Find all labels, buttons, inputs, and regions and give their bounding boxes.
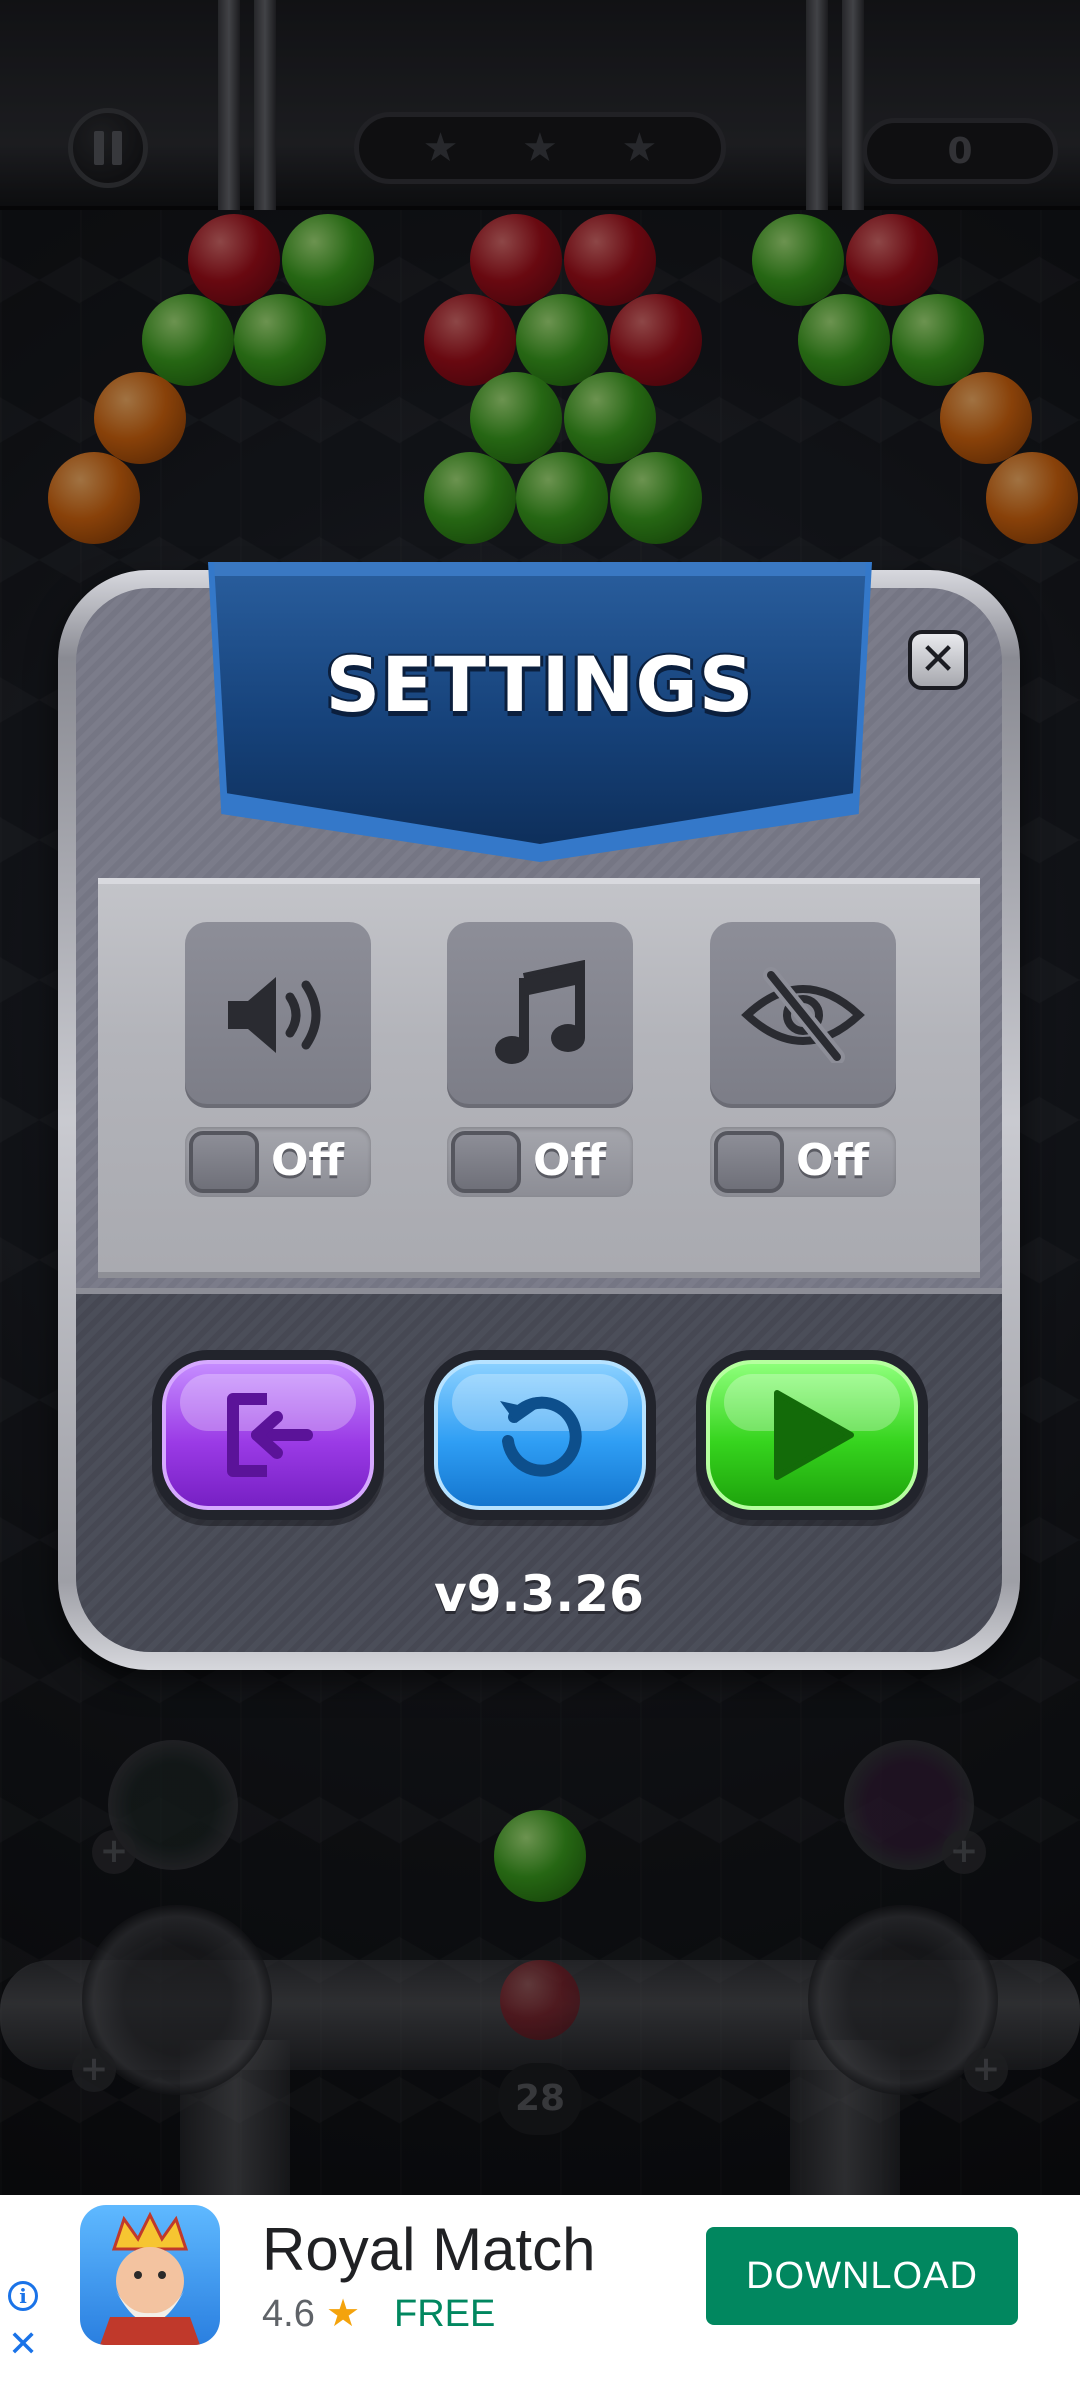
restart-button-face <box>434 1360 646 1510</box>
music-note-icon <box>495 960 585 1064</box>
ad-price: FREE <box>394 2293 496 2335</box>
toggle-knob <box>714 1131 784 1193</box>
ad-app-icon[interactable] <box>80 2205 220 2345</box>
eye-slash-icon <box>741 967 865 1063</box>
speaker-icon <box>228 977 321 1053</box>
play-button[interactable] <box>696 1350 928 1520</box>
ad-app-name[interactable]: Royal Match <box>262 2215 595 2284</box>
king-avatar-icon <box>100 2211 200 2345</box>
ad-banner[interactable]: Royal Match 4.6 ★ FREE DOWNLOAD i ✕ <box>0 2195 1080 2400</box>
visibility-setting-card[interactable] <box>710 922 896 1108</box>
sound-setting-card[interactable] <box>185 922 371 1108</box>
exit-button[interactable] <box>152 1350 384 1520</box>
exit-button-face <box>162 1360 374 1510</box>
music-toggle[interactable]: Off <box>447 1127 633 1197</box>
close-button[interactable]: ✕ <box>908 630 968 690</box>
star-icon: ★ <box>326 2291 361 2335</box>
visibility-toggle-label: Off <box>796 1135 870 1186</box>
sound-toggle[interactable]: Off <box>185 1127 371 1197</box>
toggle-knob <box>451 1131 521 1193</box>
visibility-toggle[interactable]: Off <box>710 1127 896 1197</box>
ad-rating: 4.6 <box>262 2293 315 2335</box>
play-icon <box>774 1390 854 1480</box>
download-button[interactable]: DOWNLOAD <box>706 2227 1018 2325</box>
dialog-title: SETTINGS <box>325 640 755 729</box>
close-icon[interactable]: ✕ <box>8 2327 38 2363</box>
restart-icon <box>500 1396 582 1477</box>
sound-toggle-label: Off <box>271 1135 345 1186</box>
exit-icon <box>227 1393 313 1477</box>
close-icon: ✕ <box>919 634 957 685</box>
music-setting-card[interactable] <box>447 922 633 1108</box>
toggle-knob <box>189 1131 259 1193</box>
restart-button[interactable] <box>424 1350 656 1520</box>
play-button-face <box>706 1360 918 1510</box>
music-toggle-label: Off <box>533 1135 607 1186</box>
info-icon[interactable]: i <box>8 2281 38 2311</box>
version-label: v9.3.26 <box>434 1565 644 1623</box>
